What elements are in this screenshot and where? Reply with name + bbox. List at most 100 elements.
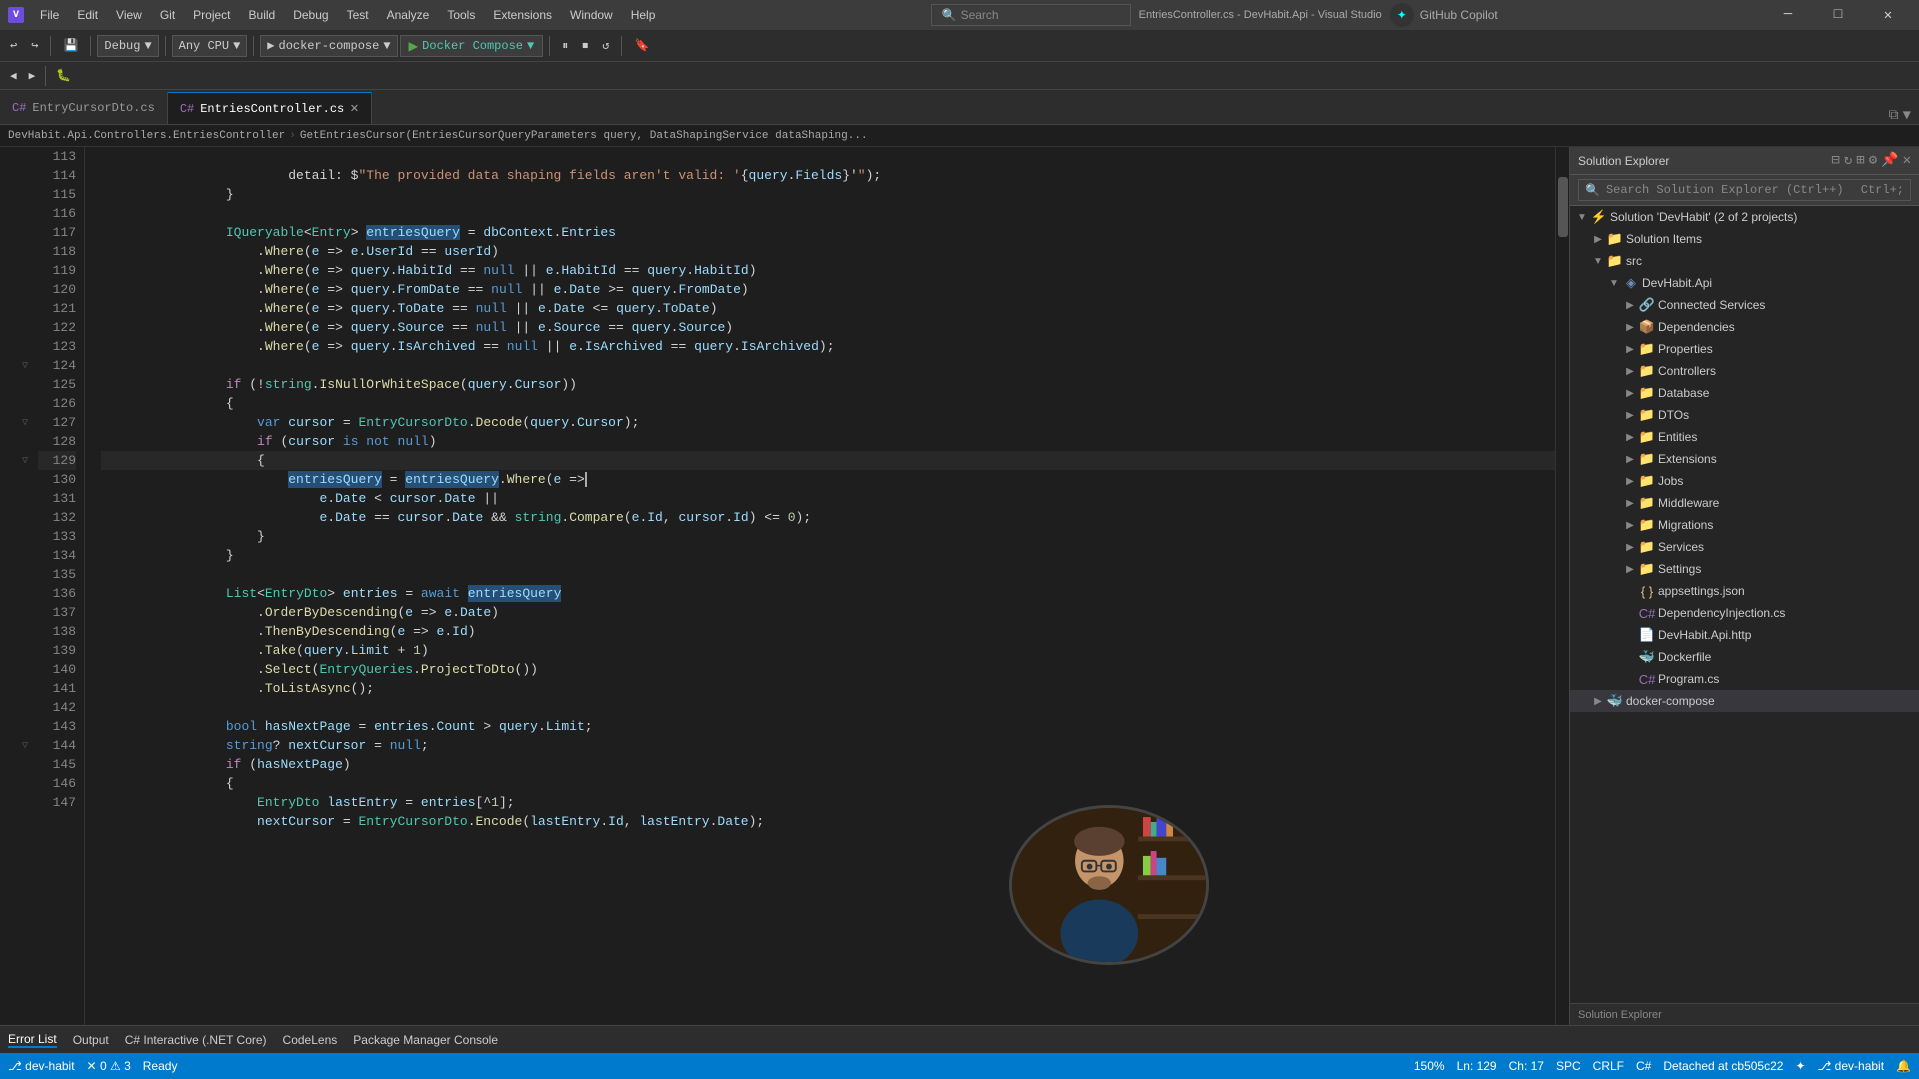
se-filter-button[interactable]: ⊞ xyxy=(1856,152,1864,169)
status-col[interactable]: Ch: 17 xyxy=(1509,1059,1544,1073)
tree-dockerfile[interactable]: 🐳 Dockerfile xyxy=(1570,646,1919,668)
bp-tab-errorlist[interactable]: Error List xyxy=(8,1032,57,1048)
tab-close-button[interactable]: ✕ xyxy=(350,100,358,117)
maximize-button[interactable]: □ xyxy=(1815,0,1861,30)
menu-edit[interactable]: Edit xyxy=(69,4,106,26)
program-label: Program.cs xyxy=(1658,672,1719,686)
se-settings-button[interactable]: ⚙ xyxy=(1869,152,1877,169)
menu-file[interactable]: File xyxy=(32,4,67,26)
bp-tab-csharp-interactive[interactable]: C# Interactive (.NET Core) xyxy=(125,1033,267,1047)
se-refresh-button[interactable]: ↻ xyxy=(1844,152,1852,169)
tree-settings[interactable]: ▶ 📁 Settings xyxy=(1570,558,1919,580)
undo-button[interactable]: ↩ xyxy=(4,36,23,55)
save-button[interactable]: 💾 xyxy=(57,36,84,55)
code-content[interactable]: detail: $"The provided data shaping fiel… xyxy=(85,147,1555,1025)
tree-http[interactable]: 📄 DevHabit.Api.http xyxy=(1570,624,1919,646)
tree-middleware[interactable]: ▶ 📁 Middleware xyxy=(1570,492,1919,514)
se-search-input[interactable]: Search Solution Explorer (Ctrl++) xyxy=(1606,183,1855,197)
tab-entriescontroller[interactable]: C# EntriesController.cs ✕ xyxy=(168,92,372,124)
menu-window[interactable]: Window xyxy=(562,4,621,26)
status-right: 150% Ln: 129 Ch: 17 SPC CRLF C# Detached… xyxy=(1414,1059,1911,1073)
menu-test[interactable]: Test xyxy=(339,4,377,26)
tab-entrycursordto[interactable]: C# EntryCursorDto.cs xyxy=(0,92,168,124)
pause-button[interactable]: ⏸ xyxy=(556,37,574,55)
tree-jobs[interactable]: ▶ 📁 Jobs xyxy=(1570,470,1919,492)
margin-135 xyxy=(0,565,30,584)
tree-dtos[interactable]: ▶ 📁 DTOs xyxy=(1570,404,1919,426)
run-button[interactable]: ▶ Docker Compose ▼ xyxy=(400,35,544,57)
menu-build[interactable]: Build xyxy=(241,4,284,26)
tb-sep2 xyxy=(90,36,91,56)
tab-list-button[interactable]: ▼ xyxy=(1903,108,1911,124)
tb-sep3 xyxy=(165,36,166,56)
tree-appsettings[interactable]: { } appsettings.json xyxy=(1570,580,1919,602)
menu-tools[interactable]: Tools xyxy=(439,4,483,26)
minimize-button[interactable]: ─ xyxy=(1765,0,1811,30)
se-bottom-label: Solution Explorer xyxy=(1578,1009,1662,1021)
status-language[interactable]: C# xyxy=(1636,1059,1651,1073)
platform-dropdown[interactable]: Any CPU ▼ xyxy=(172,35,248,57)
menu-view[interactable]: View xyxy=(108,4,150,26)
tree-docker-compose[interactable]: ▶ 🐳 docker-compose xyxy=(1570,690,1919,712)
ln-115: 115 xyxy=(38,185,76,204)
tree-src[interactable]: ▼ 📁 src xyxy=(1570,250,1919,272)
code-area[interactable]: ▽ ▽ ▽ ▽ 113 114 xyxy=(0,147,1569,1025)
split-editor-button[interactable]: ⧉ xyxy=(1889,108,1899,124)
redo-button[interactable]: ↪ xyxy=(25,36,44,55)
status-ln[interactable]: Ln: 129 xyxy=(1457,1059,1497,1073)
menu-debug[interactable]: Debug xyxy=(285,4,336,26)
margin-129: ▽ xyxy=(0,451,30,470)
bookmark-button[interactable]: 🔖 xyxy=(628,36,655,55)
status-branch2[interactable]: ⎇ dev-habit xyxy=(1818,1059,1885,1073)
menu-extensions[interactable]: Extensions xyxy=(485,4,560,26)
scrollbar-thumb[interactable] xyxy=(1558,177,1568,237)
cs-folder-icon: 🔗 xyxy=(1638,297,1656,313)
appsettings-label: appsettings.json xyxy=(1658,584,1745,598)
menu-analyze[interactable]: Analyze xyxy=(379,4,438,26)
tree-migrations[interactable]: ▶ 📁 Migrations xyxy=(1570,514,1919,536)
close-button[interactable]: ✕ xyxy=(1865,0,1911,30)
prop-label: Properties xyxy=(1658,342,1713,356)
ln-120: 120 xyxy=(38,280,76,299)
vertical-scrollbar[interactable] xyxy=(1555,147,1569,1025)
tree-entities[interactable]: ▶ 📁 Entities xyxy=(1570,426,1919,448)
tab-label-entriescontroller: EntriesController.cs xyxy=(200,102,344,116)
bp-tab-codelens[interactable]: CodeLens xyxy=(283,1033,338,1047)
stop-button[interactable]: ⏹ xyxy=(576,37,594,55)
status-crlf[interactable]: CRLF xyxy=(1593,1059,1624,1073)
debugger-button[interactable]: 🐛 xyxy=(50,66,77,85)
status-copilot[interactable]: ✦ xyxy=(1795,1059,1805,1073)
bp-tab-output[interactable]: Output xyxy=(73,1033,109,1047)
debug-mode-dropdown[interactable]: Debug ▼ xyxy=(97,35,158,57)
margin-139 xyxy=(0,641,30,660)
dockerfile-icon: 🐳 xyxy=(1638,649,1656,665)
run-target-dropdown[interactable]: ▶ docker-compose ▼ xyxy=(260,35,397,57)
tree-devhabit-api[interactable]: ▼ ◈ DevHabit.Api xyxy=(1570,272,1919,294)
se-pin-button[interactable]: 📌 xyxy=(1881,152,1898,169)
status-branch[interactable]: ⎇ dev-habit xyxy=(8,1059,75,1073)
tree-properties[interactable]: ▶ 📁 Properties xyxy=(1570,338,1919,360)
tree-solution-items[interactable]: ▶ 📁 Solution Items xyxy=(1570,228,1919,250)
tree-di[interactable]: C# DependencyInjection.cs xyxy=(1570,602,1919,624)
forward-button[interactable]: ▶ xyxy=(23,67,42,85)
tree-program[interactable]: C# Program.cs xyxy=(1570,668,1919,690)
status-errors[interactable]: ✕ 0 ⚠ 3 xyxy=(87,1059,131,1073)
back-button[interactable]: ◀ xyxy=(4,67,23,85)
status-bell[interactable]: 🔔 xyxy=(1896,1059,1911,1073)
tree-connected-services[interactable]: ▶ 🔗 Connected Services xyxy=(1570,294,1919,316)
menu-help[interactable]: Help xyxy=(623,4,664,26)
search-label[interactable]: Search xyxy=(961,8,999,22)
se-collapse-button[interactable]: ⊟ xyxy=(1831,152,1839,169)
tree-solution[interactable]: ▼ ⚡ Solution 'DevHabit' (2 of 2 projects… xyxy=(1570,206,1919,228)
menu-project[interactable]: Project xyxy=(185,4,238,26)
bp-tab-package-manager[interactable]: Package Manager Console xyxy=(353,1033,498,1047)
tree-controllers[interactable]: ▶ 📁 Controllers xyxy=(1570,360,1919,382)
title-bar-menu: File Edit View Git Project Build Debug T… xyxy=(32,4,663,26)
restart-button[interactable]: ↺ xyxy=(596,36,615,55)
tree-services[interactable]: ▶ 📁 Services xyxy=(1570,536,1919,558)
menu-git[interactable]: Git xyxy=(152,4,183,26)
tree-database[interactable]: ▶ 📁 Database xyxy=(1570,382,1919,404)
tree-dependencies[interactable]: ▶ 📦 Dependencies xyxy=(1570,316,1919,338)
se-close-button[interactable]: ✕ xyxy=(1903,152,1911,169)
tree-extensions[interactable]: ▶ 📁 Extensions xyxy=(1570,448,1919,470)
